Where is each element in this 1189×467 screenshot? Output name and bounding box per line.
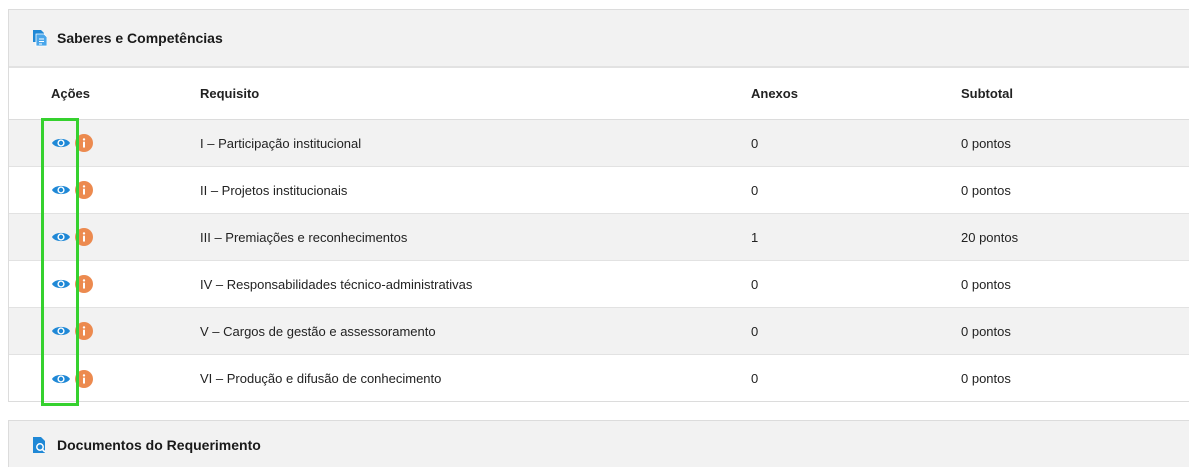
column-header-anexos[interactable]: Anexos [702, 86, 911, 101]
anexos-cell: 0 [751, 182, 759, 198]
row-actions [9, 134, 151, 152]
info-icon[interactable] [75, 322, 93, 340]
info-icon[interactable] [75, 134, 93, 152]
info-icon[interactable] [75, 369, 93, 388]
anexos-cell: 0 [751, 371, 759, 386]
saberes-competencias-panel: Saberes e Competências Ações Requisito A… [8, 9, 1189, 402]
saberes-competencias-header: Saberes e Competências [9, 10, 1189, 68]
table-row: V – Cargos de gestão e assessoramento 0 … [9, 308, 1189, 355]
info-icon[interactable] [75, 228, 93, 246]
eye-icon[interactable] [51, 324, 71, 338]
row-actions [9, 181, 151, 199]
subtotal-cell: 0 pontos [961, 323, 1011, 339]
document-copy-icon [31, 29, 48, 47]
subtotal-cell: 0 pontos [961, 135, 1011, 151]
table-header-row: Ações Requisito Anexos Subtotal [9, 68, 1189, 120]
requisito-cell: II – Projetos institucionais [200, 182, 348, 198]
documentos-requerimento-header: Documentos do Requerimento [9, 421, 1189, 467]
table-row: VI – Produção e difusão de conhecimento … [9, 355, 1189, 402]
section-title: Saberes e Competências [57, 30, 223, 46]
info-icon[interactable] [75, 181, 93, 199]
requisito-cell: V – Cargos de gestão e assessoramento [200, 323, 436, 339]
eye-icon[interactable] [51, 372, 71, 386]
table-row: II – Projetos institucionais 0 0 pontos [9, 167, 1189, 214]
subtotal-cell: 20 pontos [961, 229, 1019, 245]
row-actions [9, 369, 151, 388]
column-header-requisito[interactable]: Requisito [151, 86, 702, 101]
requisito-cell: IV – Responsabilidades técnico-administr… [200, 276, 473, 292]
anexos-cell: 0 [751, 323, 759, 339]
row-actions [9, 228, 151, 246]
eye-icon[interactable] [51, 183, 71, 197]
anexos-cell: 0 [751, 135, 759, 151]
subtotal-cell: 0 pontos [961, 371, 1011, 386]
requisito-cell: III – Premiações e reconhecimentos [200, 229, 408, 245]
eye-icon[interactable] [51, 277, 71, 291]
eye-icon[interactable] [51, 136, 71, 150]
subtotal-cell: 0 pontos [961, 182, 1011, 198]
table-row: III – Premiações e reconhecimentos 1 20 … [9, 214, 1189, 261]
documentos-requerimento-panel: Documentos do Requerimento [8, 420, 1189, 467]
requisitos-table-body: I – Participação institucional 0 0 ponto… [9, 120, 1189, 402]
table-row: I – Participação institucional 0 0 ponto… [9, 120, 1189, 167]
column-header-acoes[interactable]: Ações [9, 86, 151, 101]
requisito-cell: I – Participação institucional [200, 135, 362, 151]
column-header-subtotal[interactable]: Subtotal [911, 86, 1189, 101]
table-row: IV – Responsabilidades técnico-administr… [9, 261, 1189, 308]
subtotal-cell: 0 pontos [961, 276, 1011, 292]
anexos-cell: 0 [751, 276, 759, 292]
row-actions [9, 322, 151, 340]
requisito-cell: VI – Produção e difusão de conhecimento [200, 371, 442, 386]
row-actions [9, 275, 151, 293]
document-search-icon [31, 436, 47, 454]
section-title: Documentos do Requerimento [57, 437, 261, 453]
anexos-cell: 1 [751, 229, 759, 245]
info-icon[interactable] [75, 275, 93, 293]
eye-icon[interactable] [51, 230, 71, 244]
